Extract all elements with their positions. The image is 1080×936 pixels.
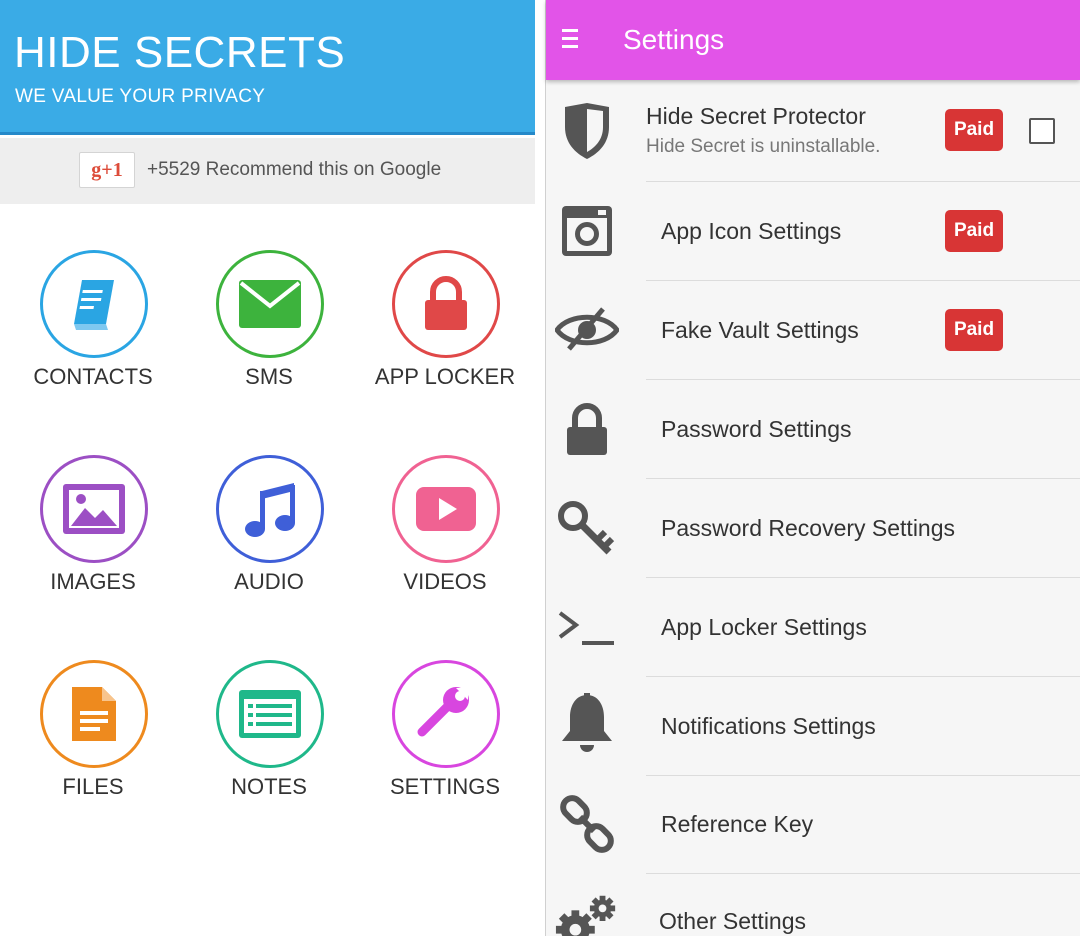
item-title: App Locker Settings [661, 614, 867, 640]
key-icon [554, 495, 620, 561]
gears-icon [554, 888, 620, 936]
tile-label: APP LOCKER [374, 364, 516, 389]
terminal-icon [554, 594, 620, 660]
recommend-text: +5529 Recommend this on Google [147, 159, 442, 180]
tile-audio[interactable]: AUDIO [181, 455, 357, 615]
item-title: Password Recovery Settings [661, 515, 956, 541]
item-title: Other Settings [659, 908, 807, 934]
hamburger-menu-icon[interactable] [562, 29, 578, 49]
item-title: Password Settings [661, 416, 852, 442]
settings-item-app-icon[interactable]: App Icon Settings Paid [546, 182, 1080, 281]
tile-label: VIDEOS [403, 569, 487, 594]
app-tagline: WE VALUE YOUR PRIVACY [15, 86, 266, 107]
app-title: HIDE SECRETS [14, 28, 346, 77]
envelope-icon [216, 250, 324, 358]
tile-label: SETTINGS [389, 774, 500, 799]
tile-files[interactable]: FILES [5, 660, 181, 820]
settings-item-reference-key[interactable]: Reference Key [546, 775, 1080, 874]
lock-icon [392, 250, 500, 358]
settings-title: Settings [623, 24, 725, 55]
tile-label: AUDIO [234, 569, 304, 594]
item-title: Reference Key [661, 811, 814, 837]
settings-item-hide-secret-protector[interactable]: Hide Secret Protector Hide Secret is uni… [546, 82, 1080, 182]
protector-checkbox[interactable] [1029, 118, 1055, 144]
image-icon [40, 455, 148, 563]
tile-label: CONTACTS [33, 364, 153, 389]
tile-label: SMS [245, 364, 293, 389]
tile-videos[interactable]: VIDEOS [357, 455, 533, 615]
tile-label: FILES [62, 774, 124, 799]
item-title: App Icon Settings [661, 218, 842, 244]
tile-label: NOTES [231, 774, 307, 799]
google-recommend-bar: g+1 +5529 Recommend this on Google [0, 138, 535, 204]
settings-item-notifications[interactable]: Notifications Settings [546, 677, 1080, 776]
item-title: Hide Secret Protector [646, 103, 866, 129]
contacts-book-icon [40, 250, 148, 358]
settings-app-bar: Settings [546, 0, 1080, 80]
paid-badge: Paid [945, 210, 1003, 252]
tile-images[interactable]: IMAGES [5, 455, 181, 615]
settings-item-app-locker[interactable]: App Locker Settings [546, 578, 1080, 677]
bell-icon [554, 691, 620, 757]
tile-contacts[interactable]: CONTACTS [5, 250, 181, 410]
app-header: HIDE SECRETS WE VALUE YOUR PRIVACY [0, 0, 535, 135]
item-subtitle: Hide Secret is uninstallable. [646, 136, 881, 157]
camera-icon [554, 198, 620, 264]
hide-secrets-home: HIDE SECRETS WE VALUE YOUR PRIVACY g+1 +… [0, 0, 535, 936]
settings-item-password[interactable]: Password Settings [546, 380, 1080, 479]
tile-notes[interactable]: NOTES [181, 660, 357, 820]
notes-icon [216, 660, 324, 768]
settings-item-other[interactable]: Other Settings [546, 874, 1080, 936]
lock-icon [554, 396, 620, 462]
paid-badge: Paid [945, 309, 1003, 351]
eye-off-icon [554, 297, 620, 363]
wrench-icon [392, 660, 500, 768]
item-title: Fake Vault Settings [661, 317, 859, 343]
tile-settings[interactable]: SETTINGS [357, 660, 533, 820]
pane-divider [535, 0, 546, 936]
paid-badge: Paid [945, 109, 1003, 151]
shield-icon [554, 98, 620, 164]
google-plus-one-button[interactable]: g+1 [79, 152, 135, 188]
settings-item-fake-vault[interactable]: Fake Vault Settings Paid [546, 281, 1080, 380]
document-icon [40, 660, 148, 768]
settings-screen: Settings Hide Secret Protector Hide Secr… [546, 0, 1080, 936]
settings-item-password-recovery[interactable]: Password Recovery Settings [546, 479, 1080, 578]
music-note-icon [216, 455, 324, 563]
link-icon [554, 791, 620, 857]
video-play-icon [392, 455, 500, 563]
tile-label: IMAGES [50, 569, 136, 594]
tile-sms[interactable]: SMS [181, 250, 357, 410]
item-title: Notifications Settings [661, 713, 876, 739]
tile-app-locker[interactable]: APP LOCKER [357, 250, 533, 410]
